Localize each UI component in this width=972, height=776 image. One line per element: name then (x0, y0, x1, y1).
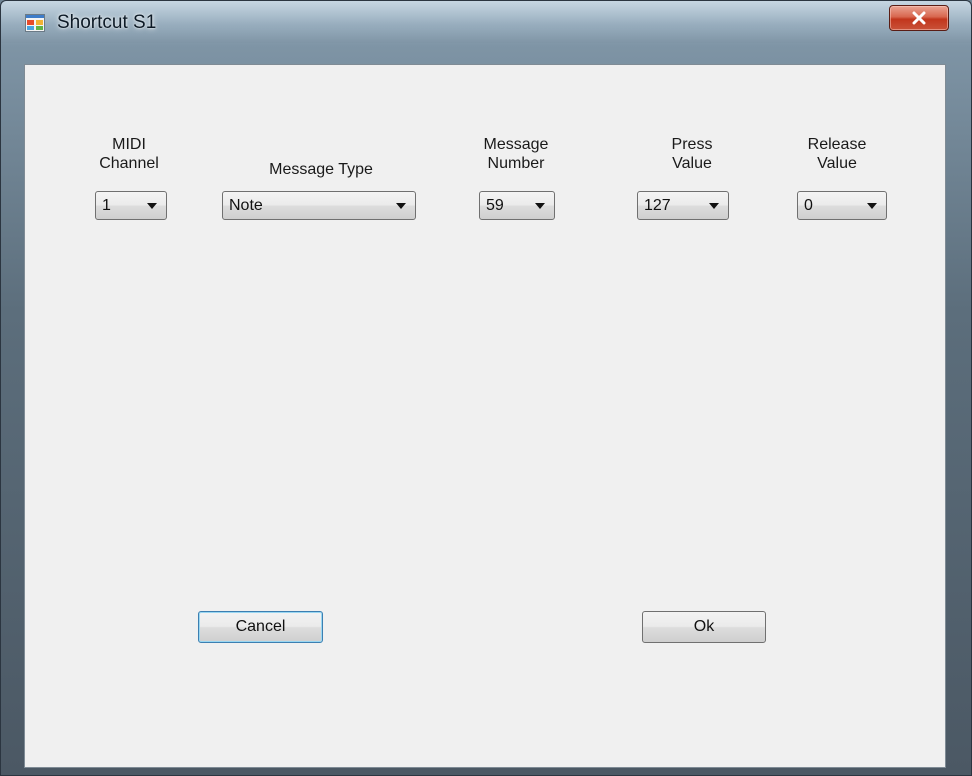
cancel-button[interactable]: Cancel (198, 611, 323, 643)
midi-channel-label-line2: Channel (99, 155, 159, 172)
release-value-value: 0 (804, 197, 813, 214)
midi-channel-value: 1 (102, 197, 111, 214)
app-icon (25, 14, 45, 32)
message-type-dropdown[interactable]: Note (222, 191, 416, 220)
message-number-label: Message Number (471, 135, 561, 173)
ok-button[interactable]: Ok (642, 611, 766, 643)
message-type-label: Message Type (269, 161, 373, 178)
press-value-value: 127 (644, 197, 671, 214)
close-button[interactable] (889, 5, 949, 31)
release-value-dropdown[interactable]: 0 (797, 191, 887, 220)
chevron-down-icon (147, 203, 157, 209)
release-value-label-line2: Value (817, 155, 857, 172)
chevron-down-icon (535, 203, 545, 209)
midi-channel-dropdown[interactable]: 1 (95, 191, 167, 220)
midi-channel-label-line1: MIDI (112, 136, 146, 153)
press-value-label-line2: Value (672, 155, 712, 172)
message-number-dropdown[interactable]: 59 (479, 191, 555, 220)
chevron-down-icon (396, 203, 406, 209)
press-value-label: Press Value (652, 135, 732, 173)
chevron-down-icon (709, 203, 719, 209)
message-number-value: 59 (486, 197, 504, 214)
release-value-label: Release Value (797, 135, 877, 173)
message-type-value: Note (229, 197, 263, 214)
window-title: Shortcut S1 (57, 12, 157, 33)
dialog-body: MIDI Channel 1 Message Type Note Message… (24, 64, 946, 768)
dialog-window: Shortcut S1 MIDI Channel 1 Message Type … (0, 0, 972, 776)
press-value-label-line1: Press (671, 136, 713, 153)
message-number-label-line2: Number (487, 155, 545, 172)
chevron-down-icon (867, 203, 877, 209)
midi-channel-label: MIDI Channel (89, 135, 169, 173)
release-value-label-line1: Release (807, 136, 867, 153)
press-value-dropdown[interactable]: 127 (637, 191, 729, 220)
close-icon (912, 11, 926, 25)
title-bar[interactable]: Shortcut S1 (1, 1, 971, 43)
message-number-label-line1: Message (483, 136, 549, 153)
